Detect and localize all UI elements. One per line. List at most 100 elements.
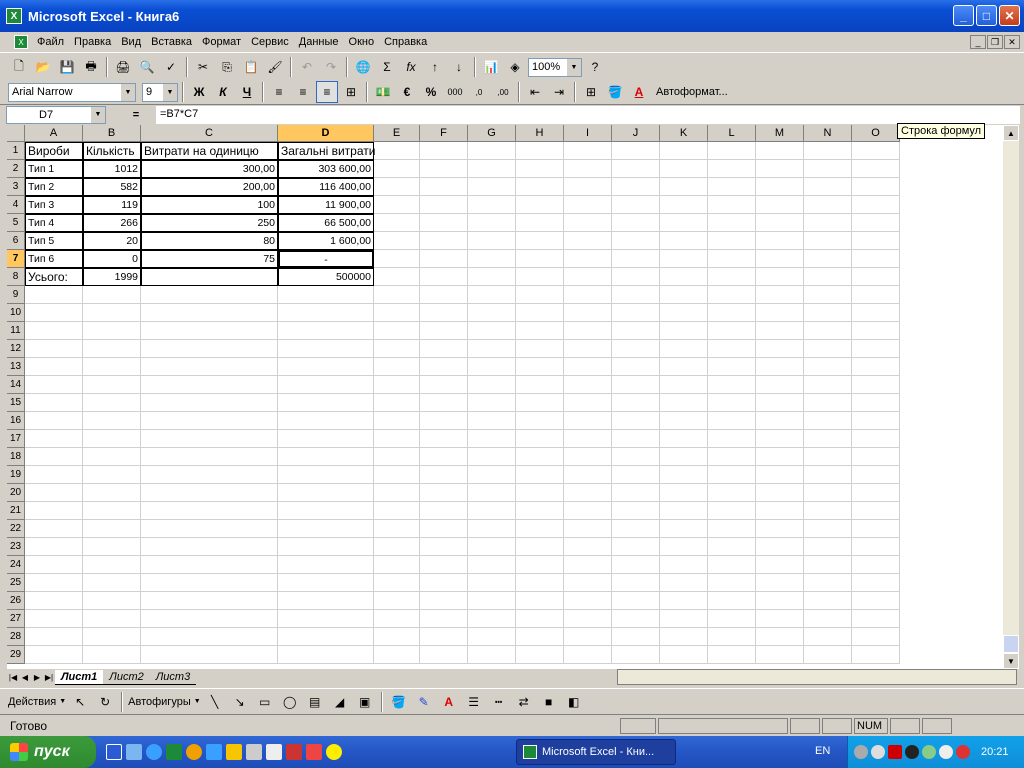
- grid-cell[interactable]: [804, 412, 852, 430]
- select-objects-icon[interactable]: ↖: [69, 691, 91, 713]
- grid-cell[interactable]: [612, 412, 660, 430]
- row-header-5[interactable]: 5: [7, 214, 25, 232]
- row-header-23[interactable]: 23: [7, 538, 25, 556]
- grid-cell[interactable]: [804, 142, 852, 160]
- spelling-icon[interactable]: ✓: [160, 56, 182, 78]
- grid-cell[interactable]: [804, 322, 852, 340]
- tray-icon[interactable]: [956, 745, 970, 759]
- grid-cell[interactable]: [708, 574, 756, 592]
- grid-cell[interactable]: [756, 610, 804, 628]
- grid-cell[interactable]: [278, 286, 374, 304]
- grid-cell[interactable]: [468, 502, 516, 520]
- grid-cell[interactable]: [804, 394, 852, 412]
- grid-cell[interactable]: [468, 610, 516, 628]
- grid-cell[interactable]: [852, 628, 900, 646]
- grid-cell[interactable]: [708, 250, 756, 268]
- cut-icon[interactable]: ✂: [192, 56, 214, 78]
- shadow-icon[interactable]: ■: [538, 691, 560, 713]
- grid-cell[interactable]: [516, 178, 564, 196]
- grid-cell[interactable]: [468, 538, 516, 556]
- help-icon[interactable]: ?: [584, 56, 606, 78]
- grid-cell[interactable]: [83, 448, 141, 466]
- grid-cell[interactable]: [804, 592, 852, 610]
- menu-edit[interactable]: Правка: [69, 36, 116, 48]
- grid-cell[interactable]: [516, 466, 564, 484]
- name-box[interactable]: D7 ▼: [6, 106, 106, 124]
- grid-cell[interactable]: [612, 592, 660, 610]
- header-cell[interactable]: Витрати на одиницю: [141, 142, 278, 160]
- grid-cell[interactable]: [420, 610, 468, 628]
- grid-cell[interactable]: [516, 160, 564, 178]
- menu-view[interactable]: Вид: [116, 36, 146, 48]
- grid-cell[interactable]: [374, 430, 420, 448]
- grid-cell[interactable]: [516, 502, 564, 520]
- grid-cell[interactable]: [756, 628, 804, 646]
- grid-cell[interactable]: [708, 430, 756, 448]
- grid-cell[interactable]: [468, 322, 516, 340]
- grid-cell[interactable]: [374, 520, 420, 538]
- grid-cell[interactable]: [278, 484, 374, 502]
- grid-cell[interactable]: [660, 376, 708, 394]
- show-desktop-icon[interactable]: [126, 744, 142, 760]
- grid-cell[interactable]: [516, 196, 564, 214]
- grid-cell[interactable]: [278, 358, 374, 376]
- grid-cell[interactable]: [852, 502, 900, 520]
- grid-cell[interactable]: [468, 628, 516, 646]
- grid-cell[interactable]: [420, 502, 468, 520]
- grid-cell[interactable]: [852, 340, 900, 358]
- grid-cell[interactable]: [420, 268, 468, 286]
- grid-cell[interactable]: [756, 250, 804, 268]
- app-icon[interactable]: [306, 744, 322, 760]
- grid-cell[interactable]: [612, 646, 660, 664]
- total-cell[interactable]: [141, 268, 278, 286]
- grid-cell[interactable]: [804, 628, 852, 646]
- grid-cell[interactable]: [708, 196, 756, 214]
- grid-cell[interactable]: [804, 178, 852, 196]
- data-cell[interactable]: 200,00: [141, 178, 278, 196]
- grid-cell[interactable]: [374, 484, 420, 502]
- word-icon[interactable]: [106, 744, 122, 760]
- grid-cell[interactable]: [852, 556, 900, 574]
- scroll-down-icon[interactable]: ▼: [1003, 653, 1019, 669]
- 3d-icon[interactable]: ◧: [563, 691, 585, 713]
- grid-cell[interactable]: [420, 538, 468, 556]
- grid-cell[interactable]: [756, 394, 804, 412]
- grid-cell[interactable]: [141, 610, 278, 628]
- grid-cell[interactable]: [420, 556, 468, 574]
- grid-cell[interactable]: [708, 214, 756, 232]
- grid-cell[interactable]: [756, 520, 804, 538]
- sheet-tab-1[interactable]: Лист1: [55, 670, 104, 685]
- grid-cell[interactable]: [612, 538, 660, 556]
- row-header-2[interactable]: 2: [7, 160, 25, 178]
- align-center-icon[interactable]: ≡: [292, 81, 314, 103]
- row-header-19[interactable]: 19: [7, 466, 25, 484]
- align-right-icon[interactable]: ≡: [316, 81, 338, 103]
- grid-cell[interactable]: [660, 214, 708, 232]
- calculator-icon[interactable]: [246, 744, 262, 760]
- scroll-thumb[interactable]: [1003, 635, 1019, 653]
- grid-cell[interactable]: [804, 358, 852, 376]
- row-header-16[interactable]: 16: [7, 412, 25, 430]
- grid-cell[interactable]: [420, 394, 468, 412]
- horizontal-scrollbar[interactable]: [617, 669, 1017, 685]
- grid-cell[interactable]: [141, 430, 278, 448]
- grid-cell[interactable]: [25, 484, 83, 502]
- grid-cell[interactable]: [374, 358, 420, 376]
- grid-cell[interactable]: [612, 574, 660, 592]
- grid-cell[interactable]: [468, 250, 516, 268]
- grid-cell[interactable]: [612, 448, 660, 466]
- grid-cell[interactable]: [141, 466, 278, 484]
- row-header-3[interactable]: 3: [7, 178, 25, 196]
- notepad-icon[interactable]: [266, 744, 282, 760]
- comma-style-icon[interactable]: 000: [444, 81, 466, 103]
- data-cell[interactable]: 300,00: [141, 160, 278, 178]
- grid-cell[interactable]: [564, 628, 612, 646]
- grid-cell[interactable]: [141, 538, 278, 556]
- grid-cell[interactable]: [564, 160, 612, 178]
- grid-cell[interactable]: [468, 574, 516, 592]
- grid-cell[interactable]: [516, 610, 564, 628]
- ati-icon[interactable]: [888, 745, 902, 759]
- print-icon[interactable]: 🖨: [112, 56, 134, 78]
- grid-cell[interactable]: [564, 484, 612, 502]
- grid-cell[interactable]: [374, 304, 420, 322]
